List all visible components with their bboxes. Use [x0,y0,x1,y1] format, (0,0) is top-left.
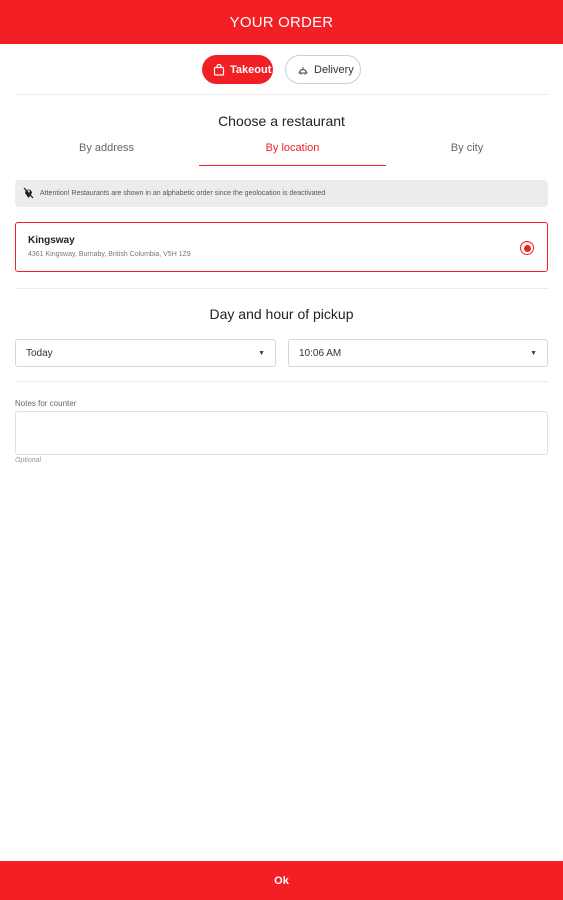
tab-by-address[interactable]: By address [15,138,199,166]
divider [15,381,548,382]
header-title: YOUR ORDER [229,13,334,31]
restaurant-section-title: Choose a restaurant [218,113,345,129]
radio-selected-dot [523,244,531,252]
pickup-day-value: Today [26,347,53,359]
restaurant-search-tabs: By address By location By city [15,138,548,166]
pickup-time-select[interactable]: 10:06 AM ▼ [288,339,548,367]
order-mode-toggle: Takeout Delivery [0,55,563,84]
restaurant-radio[interactable] [520,241,534,255]
takeout-label: Takeout [230,63,272,76]
divider [15,288,548,289]
delivery-label: Delivery [314,63,354,76]
restaurant-option[interactable]: Kingsway 4361 Kingsway, Burnaby, British… [15,222,548,272]
ok-button[interactable]: Ok [0,861,563,900]
caret-down-icon: ▼ [258,349,265,357]
location-off-icon [23,187,34,201]
geolocation-notice: Attention! Restaurants are shown in an a… [15,180,548,207]
tab-by-city[interactable]: By city [386,138,548,166]
notes-field[interactable] [15,411,548,455]
notes-hint: Optional [15,457,42,464]
notes-label: Notes for counter [15,399,77,408]
pickup-day-select[interactable]: Today ▼ [15,339,276,367]
delivery-cloche-icon [297,64,309,76]
restaurant-name: Kingsway [28,235,75,246]
tab-by-location[interactable]: By location [199,138,386,166]
caret-down-icon: ▼ [530,349,537,357]
shopping-bag-icon [213,63,225,76]
ok-label: Ok [274,874,289,887]
notice-text: Attention! Restaurants are shown in an a… [40,190,326,197]
takeout-button[interactable]: Takeout [202,55,273,84]
divider [15,94,548,95]
pickup-section-title: Day and hour of pickup [209,306,354,322]
delivery-button[interactable]: Delivery [285,55,361,84]
app-header: YOUR ORDER [0,0,563,44]
pickup-time-value: 10:06 AM [299,347,342,359]
restaurant-address: 4361 Kingsway, Burnaby, British Columbia… [28,251,191,258]
